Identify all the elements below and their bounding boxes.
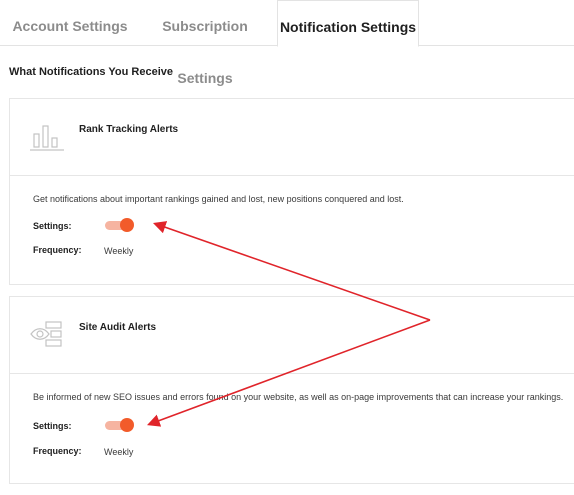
frequency-label: Frequency: bbox=[33, 446, 82, 456]
settings-tabs: Account Settings Subscription Settings N… bbox=[0, 0, 574, 86]
rank-tracking-alerts-card: Rank Tracking Alerts Get notifications a… bbox=[9, 98, 574, 285]
card-header: Rank Tracking Alerts bbox=[10, 99, 574, 176]
card-description: Get notifications about important rankin… bbox=[33, 194, 404, 204]
card-description: Be informed of new SEO issues and errors… bbox=[33, 392, 564, 402]
rank-tracking-toggle[interactable] bbox=[105, 218, 134, 232]
site-audit-icon bbox=[30, 321, 62, 347]
card-header: Site Audit Alerts bbox=[10, 297, 574, 374]
toggle-knob bbox=[120, 218, 134, 232]
settings-label: Settings: bbox=[33, 221, 72, 231]
tab-account-settings[interactable]: Account Settings bbox=[8, 0, 132, 46]
frequency-value: Weekly bbox=[104, 246, 134, 256]
section-title: What Notifications You Receive bbox=[9, 66, 174, 78]
settings-label: Settings: bbox=[33, 421, 72, 431]
site-audit-toggle[interactable] bbox=[105, 418, 134, 432]
card-title: Site Audit Alerts bbox=[79, 322, 157, 333]
frequency-value: Weekly bbox=[104, 447, 134, 457]
card-title: Rank Tracking Alerts bbox=[79, 124, 179, 135]
frequency-label: Frequency: bbox=[33, 245, 82, 255]
tab-subscription-settings[interactable]: Subscription Settings bbox=[136, 0, 274, 86]
toggle-knob bbox=[120, 418, 134, 432]
bar-chart-icon bbox=[30, 125, 64, 151]
site-audit-alerts-card: Site Audit Alerts Be informed of new SEO… bbox=[9, 296, 574, 484]
tab-notification-settings[interactable]: Notification Settings bbox=[277, 0, 419, 47]
